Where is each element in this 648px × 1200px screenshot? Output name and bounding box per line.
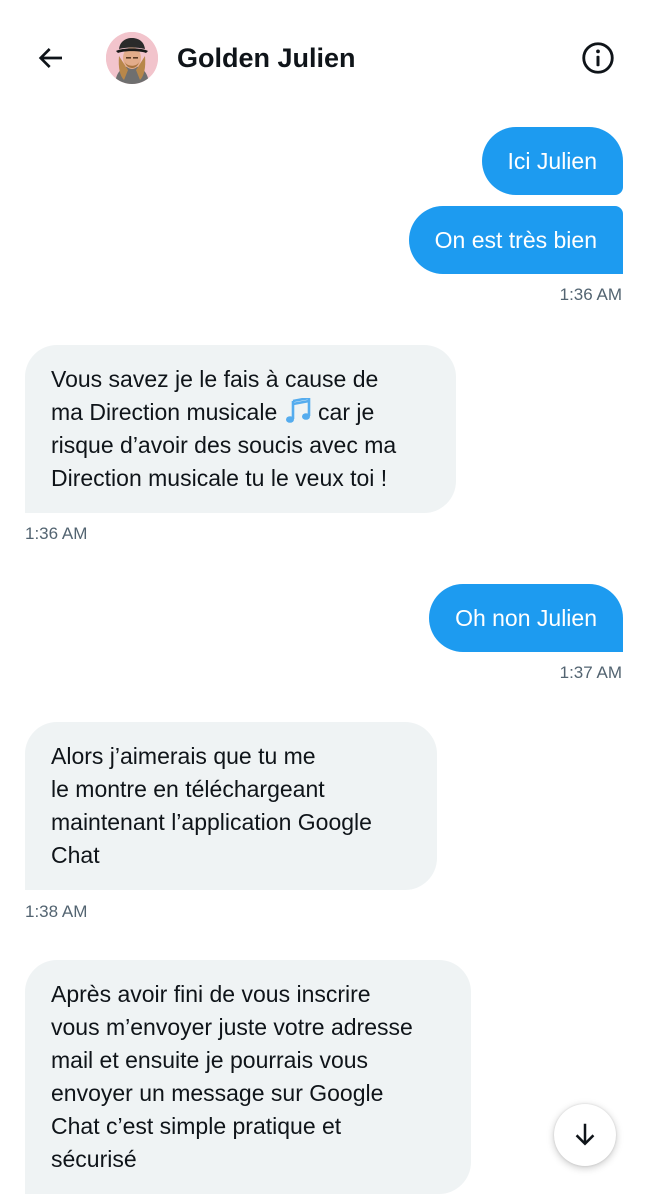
- musical-notes-icon: [285, 398, 310, 423]
- message-line: le montre en téléchargeant: [51, 776, 325, 802]
- message-line: Chat: [51, 842, 100, 868]
- message-line-part: car je: [318, 399, 375, 425]
- message-bubble-outgoing[interactable]: Ici Julien: [481, 127, 623, 195]
- message-line-part: ma Direction musicale: [51, 399, 278, 425]
- arrow-down-icon: [575, 1123, 595, 1146]
- message-bubble-incoming[interactable]: Alors j’aimerais que tu me le montre en …: [25, 722, 437, 890]
- message-bubble-incoming[interactable]: Vous savez je le fais à cause de ma Dire…: [25, 345, 456, 513]
- info-button[interactable]: [576, 36, 620, 80]
- message-line: Alors j’aimerais que tu me: [51, 743, 316, 769]
- message-bubble-outgoing[interactable]: Oh non Julien: [429, 584, 623, 652]
- message-line: vous m’envoyer juste votre adresse: [51, 1014, 413, 1040]
- message-timestamp: 1:36 AM: [559, 285, 622, 304]
- message-line: Chat c’est simple pratique et: [51, 1113, 342, 1139]
- message-timestamp: 1:36 AM: [25, 524, 88, 543]
- message-line: mail et ensuite je pourrais vous: [51, 1047, 369, 1073]
- message-line: Après avoir fini de vous inscrire: [51, 981, 371, 1007]
- info-circle-icon: [582, 42, 614, 74]
- message-line: maintenant l’application Google: [51, 809, 372, 835]
- scroll-to-bottom-button[interactable]: [554, 1104, 616, 1166]
- message-line: Vous savez je le fais à cause de: [51, 366, 379, 392]
- message-text: Ici Julien: [507, 147, 597, 174]
- message-timestamp: 1:37 AM: [559, 663, 622, 682]
- message-line: sécurisé: [51, 1146, 137, 1172]
- back-button[interactable]: [28, 36, 72, 80]
- message-line: risque d’avoir des soucis avec ma: [51, 432, 397, 458]
- message-line: ma Direction musicale car je: [51, 396, 430, 429]
- avatar[interactable]: [106, 32, 158, 84]
- message-text: Oh non Julien: [455, 604, 597, 631]
- message-timestamp: 1:38 AM: [25, 902, 88, 921]
- message-bubble-outgoing[interactable]: On est très bien: [408, 206, 623, 274]
- message-bubble-incoming[interactable]: Après avoir fini de vous inscrire vous m…: [25, 960, 471, 1194]
- conversation-header: Golden Julien: [0, 0, 648, 112]
- message-line: envoyer un message sur Google: [51, 1080, 384, 1106]
- arrow-left-icon: [38, 48, 62, 68]
- message-text: On est très bien: [434, 226, 597, 253]
- conversation-title[interactable]: Golden Julien: [177, 40, 356, 76]
- message-line: Direction musicale tu le veux toi !: [51, 465, 388, 491]
